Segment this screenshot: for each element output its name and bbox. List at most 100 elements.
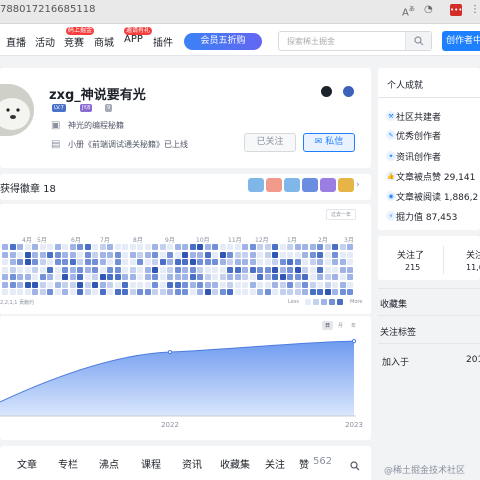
heatmap-cell[interactable] bbox=[264, 266, 271, 273]
heatmap-cell[interactable] bbox=[159, 289, 166, 295]
heatmap-cell[interactable] bbox=[219, 266, 226, 273]
heatmap-cell[interactable] bbox=[317, 281, 323, 288]
heatmap-cell[interactable] bbox=[24, 281, 31, 288]
heatmap-cell[interactable] bbox=[137, 289, 143, 295]
heatmap-cell[interactable] bbox=[92, 274, 98, 280]
heatmap-cell[interactable] bbox=[264, 289, 271, 295]
heatmap-cell[interactable] bbox=[264, 251, 271, 258]
heatmap-cell[interactable] bbox=[47, 274, 53, 280]
heatmap-cell[interactable] bbox=[114, 259, 121, 265]
heatmap-cell[interactable] bbox=[347, 244, 353, 250]
heatmap-cell[interactable] bbox=[159, 259, 166, 265]
heatmap-cell[interactable] bbox=[107, 251, 113, 258]
heatmap-cell[interactable] bbox=[69, 266, 76, 273]
heatmap-cell[interactable] bbox=[287, 274, 293, 280]
heatmap-cell[interactable] bbox=[197, 274, 203, 280]
heatmap-cell[interactable] bbox=[249, 281, 256, 288]
heatmap-cell[interactable] bbox=[249, 244, 256, 250]
heatmap-cell[interactable] bbox=[152, 251, 158, 258]
heatmap-cell[interactable] bbox=[332, 281, 338, 288]
heatmap-cell[interactable] bbox=[47, 259, 53, 265]
heatmap-cell[interactable] bbox=[249, 289, 256, 295]
heatmap-cell[interactable] bbox=[122, 266, 128, 273]
heatmap-cell[interactable] bbox=[137, 244, 143, 250]
heatmap-cell[interactable] bbox=[84, 251, 91, 258]
heatmap-cell[interactable] bbox=[302, 289, 308, 295]
heatmap-cell[interactable] bbox=[317, 274, 323, 280]
heatmap-cell[interactable] bbox=[62, 251, 68, 258]
toggle-month[interactable]: 月 bbox=[335, 321, 346, 330]
heatmap-cell[interactable] bbox=[197, 259, 203, 265]
heatmap-cell[interactable] bbox=[332, 259, 338, 265]
heatmap-cell[interactable] bbox=[339, 259, 346, 265]
heatmap-cell[interactable] bbox=[167, 259, 173, 265]
heatmap-cell[interactable] bbox=[122, 244, 128, 250]
heatmap-cell[interactable] bbox=[24, 274, 31, 280]
heatmap-cell[interactable] bbox=[234, 274, 241, 280]
heatmap-cell[interactable] bbox=[279, 289, 286, 295]
heatmap-cell[interactable] bbox=[32, 266, 38, 273]
search-input[interactable]: 探索稀土掘金 bbox=[278, 31, 432, 51]
lastpass-icon[interactable]: ••• bbox=[450, 4, 462, 16]
heatmap-cell[interactable] bbox=[294, 274, 301, 280]
heatmap-cell[interactable] bbox=[167, 266, 173, 273]
heatmap-cell[interactable] bbox=[204, 251, 211, 258]
heatmap-cell[interactable] bbox=[152, 259, 158, 265]
heatmap-cell[interactable] bbox=[264, 274, 271, 280]
heatmap-cell[interactable] bbox=[114, 266, 121, 273]
heatmap-cell[interactable] bbox=[189, 251, 196, 258]
heatmap-cell[interactable] bbox=[264, 281, 271, 288]
heatmap-cell[interactable] bbox=[189, 259, 196, 265]
heatmap-cell[interactable] bbox=[129, 244, 136, 250]
heatmap-cell[interactable] bbox=[212, 244, 218, 250]
heatmap-cell[interactable] bbox=[69, 281, 76, 288]
heatmap-cell[interactable] bbox=[129, 281, 136, 288]
heatmap-cell[interactable] bbox=[242, 289, 248, 295]
heatmap-cell[interactable] bbox=[227, 266, 233, 273]
heatmap-cell[interactable] bbox=[287, 266, 293, 273]
heatmap-cell[interactable] bbox=[272, 251, 278, 258]
heatmap-cell[interactable] bbox=[287, 289, 293, 295]
heatmap-cell[interactable] bbox=[309, 251, 316, 258]
heatmap-cell[interactable] bbox=[24, 251, 31, 258]
side-link-collections[interactable]: 收藏集 bbox=[380, 297, 407, 310]
heatmap-cell[interactable] bbox=[189, 274, 196, 280]
followed-button[interactable]: 已关注 bbox=[244, 133, 296, 152]
heatmap-cell[interactable] bbox=[144, 244, 151, 250]
heatmap-cell[interactable] bbox=[332, 251, 338, 258]
heatmap-cell[interactable] bbox=[182, 266, 188, 273]
heatmap-cell[interactable] bbox=[347, 266, 353, 273]
heatmap-cell[interactable] bbox=[99, 259, 106, 265]
heatmap-cell[interactable] bbox=[182, 244, 188, 250]
heatmap-cell[interactable] bbox=[114, 251, 121, 258]
heatmap-cell[interactable] bbox=[264, 259, 271, 265]
trend-point[interactable] bbox=[351, 339, 357, 344]
heatmap-cell[interactable] bbox=[17, 259, 23, 265]
trend-point[interactable] bbox=[167, 349, 173, 355]
tab-likes[interactable]: 赞 bbox=[299, 456, 309, 471]
heatmap-cell[interactable] bbox=[317, 251, 323, 258]
heatmap-cell[interactable] bbox=[317, 266, 323, 273]
heatmap-cell[interactable] bbox=[47, 244, 53, 250]
heatmap-cell[interactable] bbox=[159, 251, 166, 258]
heatmap-cell[interactable] bbox=[279, 266, 286, 273]
heatmap-cell[interactable] bbox=[272, 289, 278, 295]
heatmap-cell[interactable] bbox=[92, 266, 98, 273]
heatmap-cell[interactable] bbox=[257, 244, 263, 250]
heatmap-cell[interactable] bbox=[17, 274, 23, 280]
heatmap-cell[interactable] bbox=[242, 244, 248, 250]
heatmap-cell[interactable] bbox=[62, 244, 68, 250]
heatmap-cell[interactable] bbox=[167, 244, 173, 250]
heatmap-cell[interactable] bbox=[339, 289, 346, 295]
heatmap-range-select[interactable]: 过去一年 bbox=[326, 209, 357, 220]
heatmap-cell[interactable] bbox=[99, 251, 106, 258]
heatmap-cell[interactable] bbox=[174, 259, 181, 265]
heatmap-cell[interactable] bbox=[212, 274, 218, 280]
heatmap-cell[interactable] bbox=[212, 259, 218, 265]
heatmap-cell[interactable] bbox=[257, 274, 263, 280]
heatmap-cell[interactable] bbox=[99, 266, 106, 273]
heatmap-cell[interactable] bbox=[219, 289, 226, 295]
heatmap-cell[interactable] bbox=[9, 266, 16, 273]
heatmap-cell[interactable] bbox=[114, 289, 121, 295]
heatmap-cell[interactable] bbox=[302, 244, 308, 250]
